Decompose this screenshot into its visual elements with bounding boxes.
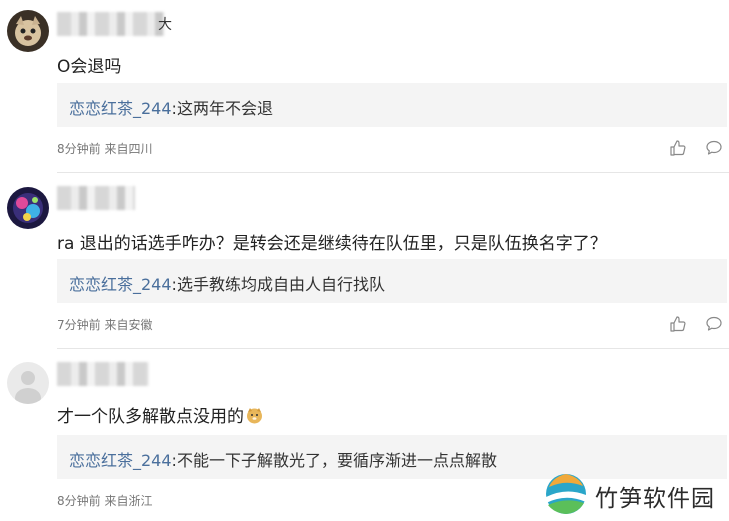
- username-blurred[interactable]: [57, 12, 165, 36]
- watermark: 竹笋软件园: [545, 473, 715, 519]
- bamboo-logo-icon: [545, 473, 587, 519]
- username-blurred[interactable]: [57, 186, 135, 210]
- thumbs-up-icon[interactable]: [669, 139, 687, 157]
- reply-author-link[interactable]: 恋恋红茶_244: [69, 451, 172, 470]
- doge-emoji-icon: [246, 407, 263, 424]
- comment-location: 来自浙江: [104, 494, 153, 508]
- comment-time: 8分钟前: [57, 494, 101, 508]
- reply-box: 恋恋红茶_244:这两年不会退: [57, 83, 727, 127]
- speech-bubble-icon[interactable]: [705, 315, 723, 333]
- reply-text: :选手教练均成自由人自行找队: [171, 275, 385, 294]
- comment-meta: 8分钟前 来自四川: [57, 140, 152, 157]
- username-blurred[interactable]: [57, 362, 149, 386]
- reply-author-link[interactable]: 恋恋红茶_244: [69, 275, 172, 294]
- speech-bubble-icon[interactable]: [705, 139, 723, 157]
- watermark-text: 竹笋软件园: [595, 486, 715, 512]
- comment-time: 8分钟前: [57, 142, 101, 156]
- reply-text: :这两年不会退: [171, 99, 273, 118]
- reply-text: :不能一下子解散光了，要循序渐进一点点解散: [171, 451, 497, 470]
- comment-meta: 7分钟前 来自安徽: [57, 316, 152, 333]
- reply-author-link[interactable]: 恋恋红茶_244: [69, 99, 172, 118]
- comment-meta: 8分钟前 来自浙江: [57, 492, 152, 509]
- divider: [57, 172, 729, 173]
- username-suffix: 大: [158, 17, 172, 33]
- comment-location: 来自安徽: [104, 318, 153, 332]
- avatar[interactable]: [7, 10, 49, 52]
- divider: [57, 348, 729, 349]
- comment-text: ra 退出的话选手咋办？是转会还是继续待在队伍里，只是队伍换名字了？: [57, 234, 607, 254]
- comment-text: 才一个队多解散点没用的: [57, 402, 263, 427]
- comment-text-body: 才一个队多解散点没用的: [57, 407, 244, 427]
- comment-text: O会退吗: [57, 57, 122, 77]
- comment-location: 来自四川: [104, 142, 153, 156]
- avatar[interactable]: [7, 362, 49, 404]
- thumbs-up-icon[interactable]: [669, 315, 687, 333]
- comment-time: 7分钟前: [57, 318, 101, 332]
- reply-box: 恋恋红茶_244:选手教练均成自由人自行找队: [57, 259, 727, 303]
- avatar[interactable]: [7, 187, 49, 229]
